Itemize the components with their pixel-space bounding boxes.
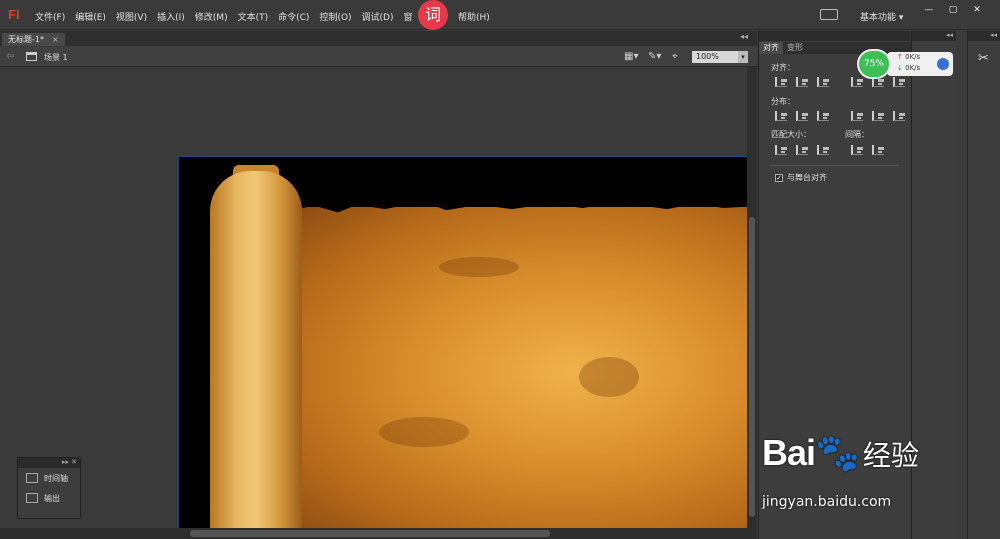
parchment-stain bbox=[439, 257, 519, 277]
align-section-label: 对齐： bbox=[771, 63, 795, 72]
minimize-button[interactable]: — bbox=[918, 3, 940, 17]
paw-icon: 🐾 bbox=[815, 432, 860, 473]
flash-app-window: Fl 文件(F) 编辑(E) 视图(V) 插入(I) 修改(M) 文本(T) 命… bbox=[0, 0, 1000, 539]
distribute-vcenter-icon[interactable] bbox=[796, 111, 808, 121]
align-to-stage-option[interactable]: ✓ 与舞台对齐 bbox=[775, 172, 827, 183]
edit-symbols-icon[interactable]: ✎▾ bbox=[648, 51, 661, 62]
menu-help[interactable]: 帮助(H) bbox=[458, 10, 490, 23]
align-left-icon[interactable] bbox=[775, 77, 787, 87]
align-to-stage-label: 与舞台对齐 bbox=[787, 173, 827, 182]
upload-speed: 0K/s bbox=[905, 53, 921, 61]
panel-header[interactable]: ▸▸ ✕ bbox=[18, 458, 80, 468]
match-height-icon[interactable] bbox=[796, 145, 808, 155]
scroll-roll bbox=[210, 171, 302, 528]
document-tab-bar: 无标题-1* × bbox=[0, 31, 757, 46]
scene-clapper-icon bbox=[26, 52, 37, 61]
stage-canvas[interactable] bbox=[178, 156, 747, 528]
distribute-bottom-icon[interactable] bbox=[817, 111, 829, 121]
workspace-switcher[interactable]: 基本功能 ▾ bbox=[860, 10, 903, 23]
zoom-select[interactable]: 100% ▾ bbox=[692, 51, 748, 63]
sync-settings-icon[interactable] bbox=[820, 9, 838, 20]
distribute-hcenter-icon[interactable] bbox=[872, 111, 884, 121]
close-button[interactable]: ✕ bbox=[966, 3, 988, 17]
output-panel-button[interactable]: 输出 bbox=[18, 488, 80, 508]
space-horizontal-icon[interactable] bbox=[872, 145, 884, 155]
tab-transform[interactable]: 变形 bbox=[783, 42, 807, 54]
back-arrow-icon[interactable]: ⇦ bbox=[6, 51, 14, 62]
main-menu: 文件(F) 编辑(E) 视图(V) 插入(I) 修改(M) 文本(T) 命令(C… bbox=[35, 10, 423, 23]
tab-align[interactable]: 对齐 bbox=[759, 42, 783, 54]
align-to-stage-checkbox[interactable]: ✓ bbox=[775, 173, 783, 182]
download-speed: 0K/s bbox=[905, 64, 921, 72]
document-tab-title: 无标题-1* bbox=[8, 35, 44, 44]
timeline-label: 时间轴 bbox=[44, 473, 68, 483]
space-vertical-icon[interactable] bbox=[851, 145, 863, 155]
match-size-section-label: 匹配大小： bbox=[771, 130, 811, 139]
distribute-top-icon[interactable] bbox=[775, 111, 787, 121]
match-width-icon[interactable] bbox=[775, 145, 787, 155]
baidu-jingyan-watermark: Bai🐾 经验 jingyan.baidu.com bbox=[762, 432, 919, 510]
close-tab-icon[interactable]: × bbox=[52, 35, 59, 44]
output-icon bbox=[26, 493, 38, 503]
menu-commands[interactable]: 命令(C) bbox=[278, 10, 309, 23]
parchment-stain bbox=[379, 417, 469, 447]
youdao-dict-icon[interactable]: 词 bbox=[418, 0, 448, 30]
app-logo: Fl bbox=[8, 7, 20, 22]
chevron-down-icon: ▾ bbox=[738, 51, 748, 63]
menu-debug[interactable]: 调试(D) bbox=[362, 10, 394, 23]
panel-divider bbox=[769, 165, 899, 166]
horizontal-scrollbar[interactable] bbox=[0, 528, 757, 539]
menu-modify[interactable]: 修改(M) bbox=[195, 10, 228, 23]
edit-bar: ⇦ 场景 1 ▦▾ ✎▾ ⌖ 100% ▾ bbox=[0, 47, 757, 67]
edit-scene-icon[interactable]: ▦▾ bbox=[624, 51, 638, 62]
scene-label: 场景 1 bbox=[44, 53, 68, 62]
menu-window[interactable]: 窗 bbox=[404, 10, 413, 23]
menu-edit[interactable]: 编辑(E) bbox=[75, 10, 106, 23]
center-stage-icon[interactable]: ⌖ bbox=[672, 51, 678, 62]
match-size-buttons bbox=[775, 145, 884, 155]
distribute-buttons bbox=[775, 111, 905, 121]
panel-top-bar bbox=[759, 31, 910, 41]
maximize-button[interactable]: ▢ bbox=[942, 3, 964, 17]
distribute-section-label: 分布： bbox=[771, 97, 795, 106]
align-right-icon[interactable] bbox=[817, 77, 829, 87]
document-tab[interactable]: 无标题-1* × bbox=[2, 33, 65, 46]
parchment-stain bbox=[579, 357, 639, 397]
collapsed-panel-group: ▸▸ ✕ 时间轴 输出 bbox=[17, 457, 81, 519]
distribute-right-icon[interactable] bbox=[893, 111, 905, 121]
menu-bar: Fl 文件(F) 编辑(E) 视图(V) 插入(I) 修改(M) 文本(T) 命… bbox=[0, 0, 1000, 30]
spacing-section-label: 间隔： bbox=[845, 130, 869, 139]
match-both-icon[interactable] bbox=[817, 145, 829, 155]
watermark-suffix: 经验 bbox=[862, 439, 919, 472]
menu-insert[interactable]: 插入(I) bbox=[157, 10, 185, 23]
network-speed-widget[interactable]: ↑ 0K/s ↓ 0K/s 75% bbox=[857, 49, 957, 79]
timeline-panel-button[interactable]: 时间轴 bbox=[18, 468, 80, 488]
horizontal-scroll-thumb[interactable] bbox=[190, 530, 550, 537]
tools-icon[interactable]: ✂ bbox=[978, 51, 989, 66]
watermark-logo: Bai bbox=[762, 432, 816, 473]
vertical-scrollbar[interactable] bbox=[747, 67, 757, 528]
parchment-image[interactable] bbox=[291, 207, 747, 528]
output-label: 输出 bbox=[44, 493, 60, 503]
memory-percent-badge[interactable]: 75% bbox=[857, 49, 891, 79]
menu-text[interactable]: 文本(T) bbox=[238, 10, 269, 23]
collapse-panels-icon[interactable]: ◂◂ bbox=[740, 32, 748, 41]
timeline-icon bbox=[26, 473, 38, 483]
panel-header[interactable]: ◂◂ bbox=[968, 31, 1000, 41]
menu-file[interactable]: 文件(F) bbox=[35, 10, 65, 23]
menu-control[interactable]: 控制(O) bbox=[319, 10, 351, 23]
align-hcenter-icon[interactable] bbox=[796, 77, 808, 87]
watermark-url: jingyan.baidu.com bbox=[762, 494, 892, 510]
menu-view[interactable]: 视图(V) bbox=[116, 10, 147, 23]
distribute-left-icon[interactable] bbox=[851, 111, 863, 121]
zoom-value: 100% bbox=[696, 52, 719, 61]
panel-header[interactable]: ◂◂ bbox=[912, 31, 956, 41]
vertical-scroll-thumb[interactable] bbox=[749, 217, 755, 517]
accelerate-icon[interactable] bbox=[937, 58, 949, 70]
tools-panel-strip: ◂◂ ✂ bbox=[967, 31, 1000, 539]
